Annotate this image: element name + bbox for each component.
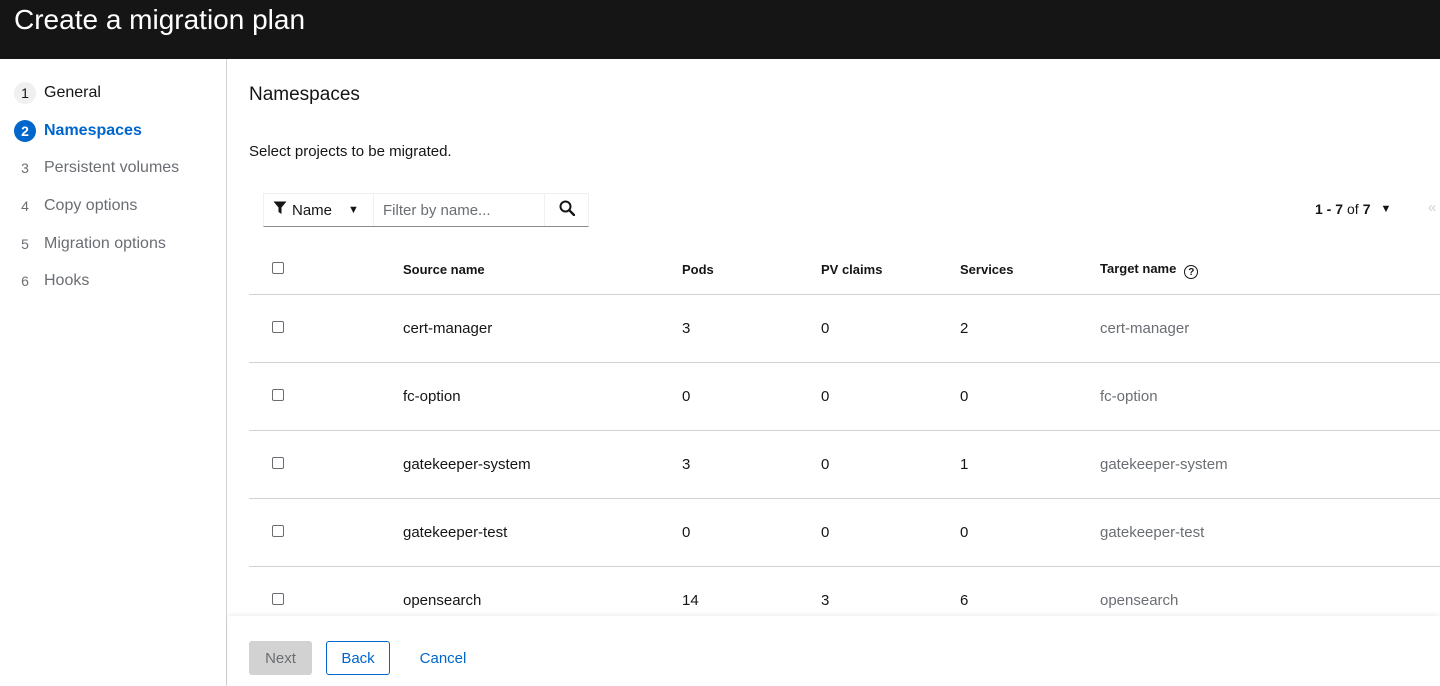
row-checkbox[interactable] bbox=[272, 456, 284, 469]
filter-attribute-dropdown[interactable]: Name ▼ bbox=[264, 194, 374, 226]
table-row: fc-option 0 0 0 fc-option bbox=[249, 362, 1440, 431]
table-header-row: Source name Pods PV claims Services Targ… bbox=[249, 246, 1440, 295]
step-number: 2 bbox=[14, 120, 36, 142]
target-name-cell[interactable]: gatekeeper-test bbox=[1100, 498, 1440, 567]
pods-cell: 14 bbox=[682, 566, 821, 616]
source-name-cell: cert-manager bbox=[403, 294, 682, 363]
target-name-cell[interactable]: opensearch bbox=[1100, 566, 1440, 616]
filter-toolbar: Name ▼ bbox=[263, 193, 589, 227]
filter-icon bbox=[273, 201, 287, 219]
filter-attribute-label: Name bbox=[292, 201, 333, 219]
namespaces-table: Source name Pods PV claims Services Targ… bbox=[249, 246, 1440, 616]
caret-down-icon: ▼ bbox=[1380, 203, 1392, 215]
select-all-checkbox[interactable] bbox=[272, 262, 284, 275]
filter-input[interactable] bbox=[374, 194, 545, 226]
wizard-footer: Next Back Cancel bbox=[228, 616, 1440, 686]
source-name-cell: opensearch bbox=[403, 566, 682, 616]
table-row: cert-manager 3 0 2 cert-manager bbox=[249, 294, 1440, 363]
pagination-range: 1 - 7 bbox=[1315, 201, 1344, 217]
wizard-nav: 1 General 2 Namespaces 3 Persistent volu… bbox=[0, 59, 227, 686]
step-label: Migration options bbox=[44, 235, 166, 252]
column-header-source-name[interactable]: Source name bbox=[403, 246, 682, 295]
step-label: Copy options bbox=[44, 197, 138, 214]
services-cell: 6 bbox=[960, 566, 1100, 616]
services-cell: 2 bbox=[960, 294, 1100, 363]
wizard-step-general[interactable]: 1 General bbox=[14, 81, 101, 105]
page-header: Create a migration plan bbox=[0, 0, 1440, 59]
pv-claims-cell: 0 bbox=[821, 498, 960, 567]
wizard-step-migration-options[interactable]: 5 Migration options bbox=[14, 232, 166, 256]
target-name-cell[interactable]: cert-manager bbox=[1100, 294, 1440, 363]
next-button[interactable]: Next bbox=[249, 641, 312, 675]
pods-cell: 3 bbox=[682, 430, 821, 499]
section-title: Namespaces bbox=[249, 84, 360, 105]
step-number: 6 bbox=[21, 273, 29, 289]
pv-claims-cell: 3 bbox=[821, 566, 960, 616]
source-name-cell: fc-option bbox=[403, 362, 682, 431]
column-header-pods[interactable]: Pods bbox=[682, 246, 821, 295]
caret-down-icon: ▼ bbox=[348, 204, 359, 216]
page-title: Create a migration plan bbox=[14, 4, 306, 35]
step-number: 1 bbox=[14, 82, 36, 104]
row-select-cell bbox=[249, 498, 403, 567]
help-icon[interactable]: ? bbox=[1184, 265, 1199, 279]
section-description: Select projects to be migrated. bbox=[249, 143, 452, 160]
pods-cell: 0 bbox=[682, 498, 821, 567]
services-cell: 1 bbox=[960, 430, 1100, 499]
row-checkbox[interactable] bbox=[272, 320, 284, 333]
row-select-cell bbox=[249, 294, 403, 363]
row-checkbox[interactable] bbox=[272, 388, 284, 401]
row-select-cell bbox=[249, 566, 403, 616]
step-number: 4 bbox=[21, 198, 29, 214]
row-checkbox[interactable] bbox=[272, 524, 284, 537]
wizard-step-persistent-volumes[interactable]: 3 Persistent volumes bbox=[14, 156, 179, 180]
column-header-pv-claims[interactable]: PV claims bbox=[821, 246, 960, 295]
column-header-target-name[interactable]: Target name? bbox=[1100, 246, 1440, 295]
pagination-toggle[interactable]: 1 - 7 of 7 ▼ bbox=[1315, 201, 1391, 217]
step-label: General bbox=[44, 84, 101, 101]
services-cell: 0 bbox=[960, 498, 1100, 567]
pods-cell: 3 bbox=[682, 294, 821, 363]
table-row: opensearch 14 3 6 opensearch bbox=[249, 566, 1440, 616]
row-select-cell bbox=[249, 430, 403, 499]
table-row: gatekeeper-system 3 0 1 gatekeeper-syste… bbox=[249, 430, 1440, 499]
table-row: gatekeeper-test 0 0 0 gatekeeper-test bbox=[249, 498, 1440, 567]
target-name-cell[interactable]: gatekeeper-system bbox=[1100, 430, 1440, 499]
back-button[interactable]: Back bbox=[326, 641, 390, 675]
wizard-body: Namespaces Select projects to be migrate… bbox=[228, 59, 1440, 616]
search-icon bbox=[559, 200, 575, 221]
pv-claims-cell: 0 bbox=[821, 362, 960, 431]
pagination-of: of bbox=[1347, 201, 1359, 217]
first-page-icon[interactable]: « bbox=[1428, 199, 1436, 216]
column-header-services[interactable]: Services bbox=[960, 246, 1100, 295]
step-label: Hooks bbox=[44, 272, 90, 289]
step-number: 5 bbox=[21, 236, 29, 252]
select-all-cell bbox=[249, 246, 403, 295]
pv-claims-cell: 0 bbox=[821, 430, 960, 499]
wizard-step-hooks[interactable]: 6 Hooks bbox=[14, 269, 89, 293]
services-cell: 0 bbox=[960, 362, 1100, 431]
row-checkbox[interactable] bbox=[272, 592, 284, 605]
column-header-label: Target name bbox=[1100, 260, 1177, 276]
pagination-total: 7 bbox=[1362, 201, 1371, 217]
step-label: Persistent volumes bbox=[44, 159, 180, 176]
pods-cell: 0 bbox=[682, 362, 821, 431]
wizard-step-namespaces[interactable]: 2 Namespaces bbox=[14, 119, 142, 143]
target-name-cell[interactable]: fc-option bbox=[1100, 362, 1440, 431]
search-button[interactable] bbox=[545, 194, 588, 226]
pv-claims-cell: 0 bbox=[821, 294, 960, 363]
step-number: 3 bbox=[21, 160, 29, 176]
cancel-button[interactable]: Cancel bbox=[404, 641, 482, 675]
step-label: Namespaces bbox=[44, 122, 142, 139]
source-name-cell: gatekeeper-test bbox=[403, 498, 682, 567]
source-name-cell: gatekeeper-system bbox=[403, 430, 682, 499]
row-select-cell bbox=[249, 362, 403, 431]
wizard-step-copy-options[interactable]: 4 Copy options bbox=[14, 194, 137, 218]
